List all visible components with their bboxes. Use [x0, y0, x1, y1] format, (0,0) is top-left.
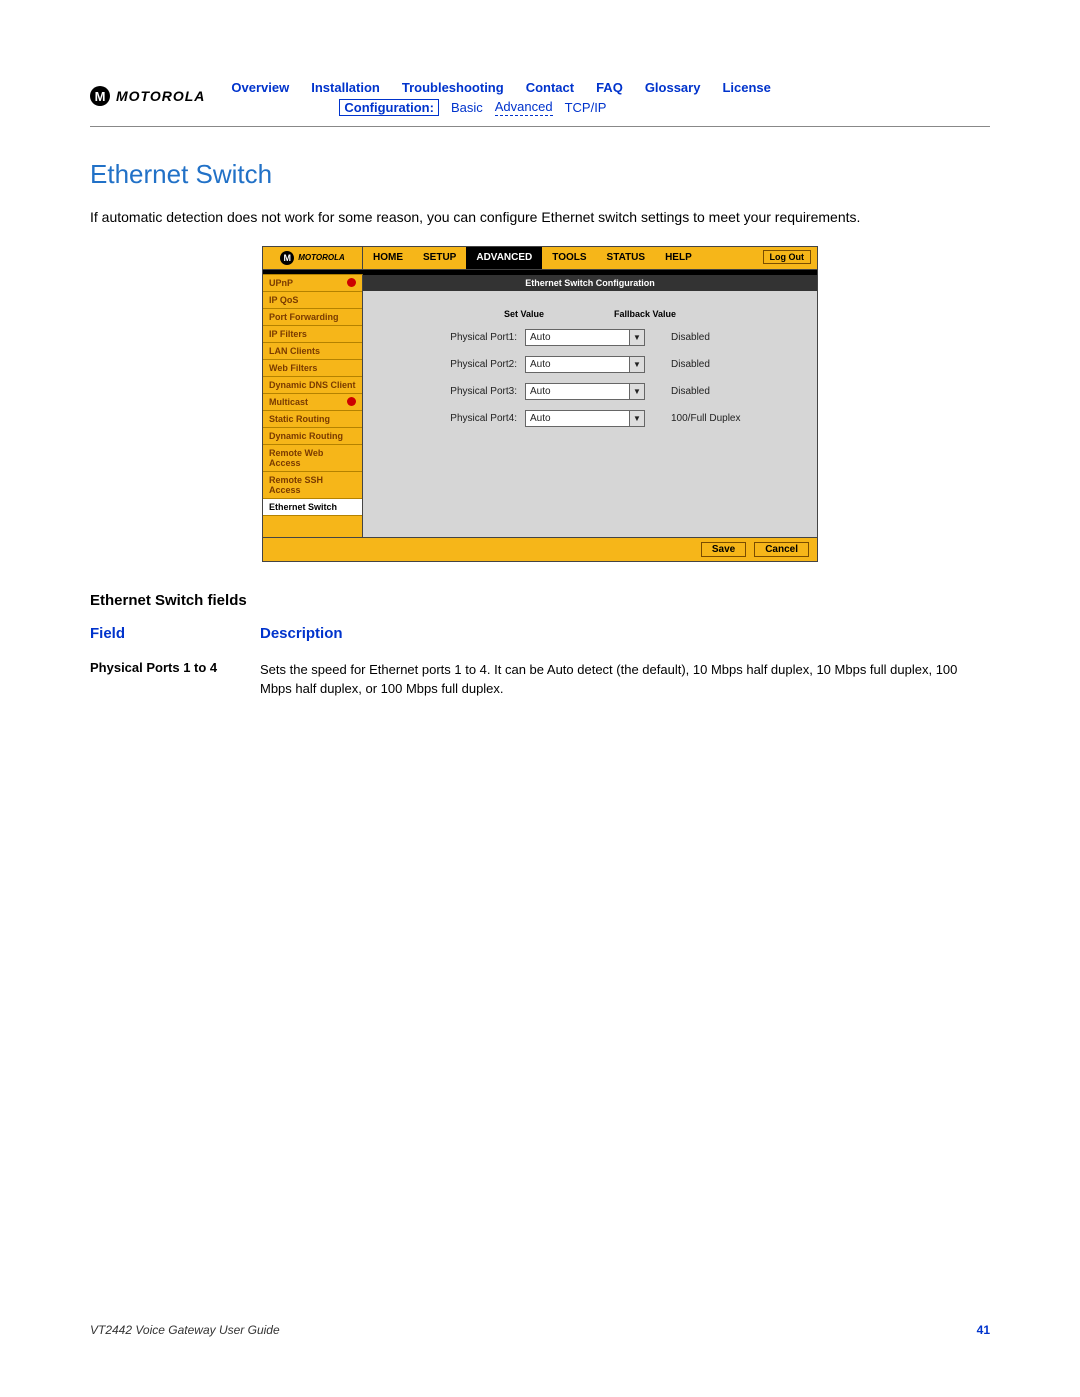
sidebar-item-label: LAN Clients	[269, 346, 320, 356]
nav-installation[interactable]: Installation	[311, 80, 380, 95]
port-fallback: Disabled	[653, 332, 753, 343]
sidebar-item[interactable]: Web Filters	[263, 360, 362, 377]
sidebar-item[interactable]: UPnP	[263, 275, 362, 292]
nav-troubleshooting[interactable]: Troubleshooting	[402, 80, 504, 95]
subnav-tcpip[interactable]: TCP/IP	[565, 100, 607, 115]
port-select-value: Auto	[526, 413, 629, 424]
page-number: 41	[977, 1323, 990, 1337]
chevron-down-icon: ▼	[629, 384, 644, 399]
port-label: Physical Port4:	[427, 413, 517, 424]
app-sidebar: UPnP IP QoS Port Forwarding IP Filters LAN C…	[263, 274, 363, 537]
chevron-down-icon: ▼	[629, 357, 644, 372]
col-fallback-value: Fallback Value	[614, 309, 676, 319]
port-fallback: 100/Full Duplex	[653, 413, 753, 424]
port-row: Physical Port2: Auto▼ Disabled	[363, 356, 817, 373]
sidebar-item-label: Ethernet Switch	[269, 502, 337, 512]
page-title: Ethernet Switch	[90, 159, 990, 190]
app-brand: MOTOROLA	[298, 253, 345, 262]
brand-logo: M MOTOROLA	[90, 86, 205, 106]
fields-section-title: Ethernet Switch fields	[90, 592, 990, 609]
sidebar-item[interactable]: Dynamic Routing	[263, 428, 362, 445]
pane-banner: Ethernet Switch Configuration	[363, 274, 817, 291]
sidebar-item[interactable]: Remote Web Access	[263, 445, 362, 472]
doc-top-nav: Overview Installation Troubleshooting Co…	[217, 80, 990, 95]
sidebar-item-label: Dynamic DNS Client	[269, 380, 356, 390]
doc-sub-nav: Configuration: Basic Advanced TCP/IP	[217, 99, 990, 116]
chevron-down-icon: ▼	[629, 411, 644, 426]
sidebar-item-label: Dynamic Routing	[269, 431, 343, 441]
col-header-description: Description	[260, 625, 343, 642]
col-header-field: Field	[90, 625, 260, 642]
nav-overview[interactable]: Overview	[231, 80, 289, 95]
sidebar-item-label: Web Filters	[269, 363, 317, 373]
sidebar-item-label: Multicast	[269, 397, 308, 407]
field-description: Sets the speed for Ethernet ports 1 to 4…	[260, 660, 990, 699]
port-select[interactable]: Auto▼	[525, 356, 645, 373]
sidebar-item-label: IP QoS	[269, 295, 298, 305]
menu-home[interactable]: HOME	[363, 247, 413, 269]
alert-dot-icon	[347, 278, 356, 287]
port-select-value: Auto	[526, 359, 629, 370]
sidebar-item[interactable]: IP QoS	[263, 292, 362, 309]
chevron-down-icon: ▼	[629, 330, 644, 345]
sidebar-item[interactable]: Ethernet Switch	[263, 499, 362, 516]
menu-advanced[interactable]: ADVANCED	[466, 247, 542, 269]
port-label: Physical Port3:	[427, 386, 517, 397]
router-admin-screenshot: M MOTOROLA HOME SETUP ADVANCED TOOLS STA…	[262, 246, 818, 562]
field-name: Physical Ports 1 to 4	[90, 660, 260, 699]
port-select-value: Auto	[526, 386, 629, 397]
port-row: Physical Port4: Auto▼ 100/Full Duplex	[363, 410, 817, 427]
sidebar-item[interactable]: Static Routing	[263, 411, 362, 428]
sidebar-item-label: Port Forwarding	[269, 312, 339, 322]
menu-status[interactable]: STATUS	[597, 247, 656, 269]
menu-setup[interactable]: SETUP	[413, 247, 466, 269]
logout-button[interactable]: Log Out	[763, 250, 812, 264]
sidebar-item[interactable]: Remote SSH Access	[263, 472, 362, 499]
alert-dot-icon	[347, 397, 356, 406]
cancel-button[interactable]: Cancel	[754, 542, 809, 557]
sidebar-item[interactable]: IP Filters	[263, 326, 362, 343]
port-select-value: Auto	[526, 332, 629, 343]
port-label: Physical Port1:	[427, 332, 517, 343]
sidebar-item[interactable]: Port Forwarding	[263, 309, 362, 326]
sidebar-item[interactable]: LAN Clients	[263, 343, 362, 360]
app-logo: M MOTOROLA	[263, 247, 363, 269]
save-button[interactable]: Save	[701, 542, 746, 557]
port-select[interactable]: Auto▼	[525, 383, 645, 400]
col-set-value: Set Value	[504, 309, 544, 319]
sidebar-item-label: Remote SSH Access	[269, 475, 356, 495]
port-fallback: Disabled	[653, 359, 753, 370]
app-main-menu: HOME SETUP ADVANCED TOOLS STATUS HELP Lo…	[363, 247, 817, 269]
port-select[interactable]: Auto▼	[525, 410, 645, 427]
sidebar-item-label: UPnP	[269, 278, 293, 288]
sidebar-item-label: Static Routing	[269, 414, 330, 424]
nav-license[interactable]: License	[722, 80, 770, 95]
sidebar-item-label: Remote Web Access	[269, 448, 356, 468]
menu-help[interactable]: HELP	[655, 247, 702, 269]
port-fallback: Disabled	[653, 386, 753, 397]
port-row: Physical Port3: Auto▼ Disabled	[363, 383, 817, 400]
menu-tools[interactable]: TOOLS	[542, 247, 596, 269]
sidebar-item[interactable]: Multicast	[263, 394, 362, 411]
brand-text: MOTOROLA	[116, 88, 205, 104]
motorola-small-icon: M	[280, 251, 294, 265]
port-row: Physical Port1: Auto▼ Disabled	[363, 329, 817, 346]
footer-doc-title: VT2442 Voice Gateway User Guide	[90, 1323, 280, 1337]
sidebar-item[interactable]: Dynamic DNS Client	[263, 377, 362, 394]
port-label: Physical Port2:	[427, 359, 517, 370]
subnav-basic[interactable]: Basic	[451, 100, 483, 115]
nav-contact[interactable]: Contact	[526, 80, 574, 95]
motorola-icon: M	[90, 86, 110, 106]
nav-faq[interactable]: FAQ	[596, 80, 623, 95]
port-select[interactable]: Auto▼	[525, 329, 645, 346]
subnav-advanced[interactable]: Advanced	[495, 99, 553, 116]
sidebar-item-label: IP Filters	[269, 329, 307, 339]
subnav-label: Configuration:	[339, 99, 439, 116]
nav-glossary[interactable]: Glossary	[645, 80, 701, 95]
intro-text: If automatic detection does not work for…	[90, 208, 990, 228]
